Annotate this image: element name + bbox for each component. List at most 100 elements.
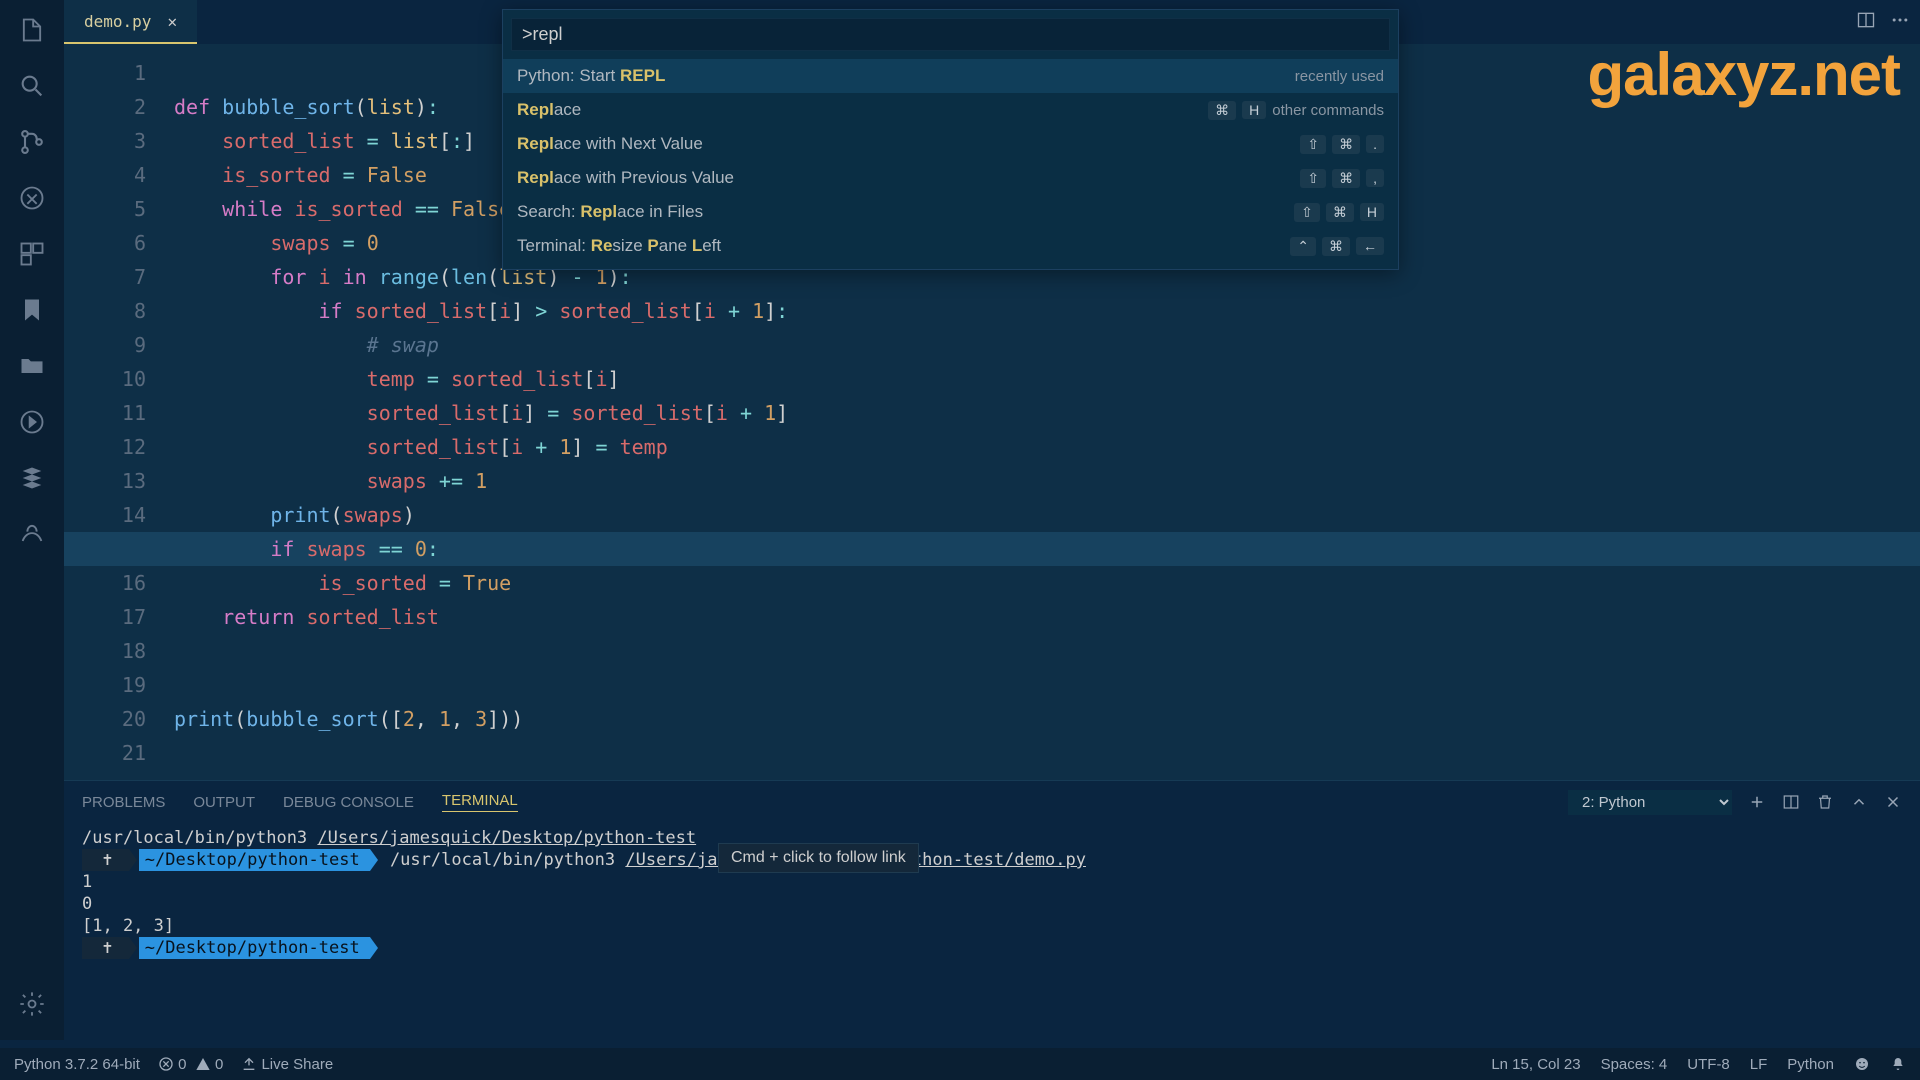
line-number: 17: [64, 600, 146, 634]
command-item[interactable]: Replace with Previous Value⇧⌘,: [503, 161, 1398, 195]
keyboard-shortcut: ←: [1356, 237, 1384, 255]
status-cursor-pos[interactable]: Ln 15, Col 23: [1491, 1056, 1580, 1073]
panel-tab-terminal[interactable]: TERMINAL: [442, 792, 518, 812]
status-eol[interactable]: LF: [1750, 1056, 1768, 1073]
search-icon[interactable]: [14, 68, 50, 104]
command-label: Terminal: Resize Pane Left: [517, 236, 721, 256]
editor-actions: [1856, 10, 1910, 35]
status-problems[interactable]: 0 0: [158, 1056, 223, 1073]
panel-tab-output[interactable]: OUTPUT: [193, 794, 255, 811]
bookmark-icon[interactable]: [14, 292, 50, 328]
command-item[interactable]: Terminal: Resize Pane Left⌃⌘←: [503, 229, 1398, 263]
command-meta: ⌃⌘←: [1290, 237, 1384, 256]
close-panel-icon[interactable]: [1884, 793, 1902, 811]
panel-tab-debug-console[interactable]: DEBUG CONSOLE: [283, 794, 414, 811]
code-line[interactable]: print(bubble_sort([2, 1, 3])): [174, 702, 1920, 736]
terminal-text: /usr/local/bin/python3: [82, 828, 307, 848]
command-label: Replace with Next Value: [517, 134, 703, 154]
line-number: 8: [64, 294, 146, 328]
line-number: 6: [64, 226, 146, 260]
keyboard-shortcut: ⌘: [1322, 237, 1350, 256]
feedback-icon[interactable]: [1854, 1056, 1870, 1073]
terminal-text: /usr/local/bin/python3: [390, 850, 615, 870]
stack-icon[interactable]: [14, 460, 50, 496]
status-language[interactable]: Python: [1787, 1056, 1834, 1073]
code-line[interactable]: [174, 668, 1920, 702]
panel-tab-problems[interactable]: PROBLEMS: [82, 794, 165, 811]
keyboard-shortcut: ⇧: [1300, 135, 1326, 154]
activity-bar: [0, 0, 64, 1040]
keyboard-shortcut: ⌘: [1332, 169, 1360, 188]
panel-actions: 2: Python: [1568, 790, 1902, 815]
panel: PROBLEMS OUTPUT DEBUG CONSOLE TERMINAL 2: P…: [64, 780, 1920, 1048]
code-line[interactable]: [174, 634, 1920, 668]
line-number: 9: [64, 328, 146, 362]
keyboard-shortcut: H: [1242, 101, 1266, 119]
command-label: Search: Replace in Files: [517, 202, 703, 222]
keyboard-shortcut: ,: [1366, 169, 1384, 187]
code-line[interactable]: swaps += 1: [174, 464, 1920, 498]
prompt-git-icon: ✝: [82, 849, 129, 871]
source-control-icon[interactable]: [14, 124, 50, 160]
line-number: 21: [64, 736, 146, 770]
link-tooltip: Cmd + click to follow link: [718, 843, 919, 873]
code-line[interactable]: # swap: [174, 328, 1920, 362]
bell-icon[interactable]: [1890, 1056, 1906, 1073]
code-line[interactable]: [174, 736, 1920, 770]
code-line[interactable]: sorted_list[i] = sorted_list[i + 1]: [174, 396, 1920, 430]
code-line[interactable]: print(swaps): [174, 498, 1920, 532]
line-number: 2: [64, 90, 146, 124]
trash-icon[interactable]: [1816, 793, 1834, 811]
line-number: 19: [64, 668, 146, 702]
tab-filename: demo.py: [84, 12, 151, 31]
code-line[interactable]: return sorted_list: [174, 600, 1920, 634]
command-item[interactable]: Replace with Next Value⇧⌘.: [503, 127, 1398, 161]
keyboard-shortcut: ⌘: [1326, 203, 1354, 222]
extensions-icon[interactable]: [14, 236, 50, 272]
command-label: Python: Start REPL: [517, 66, 665, 86]
prompt-path: ~/Desktop/python-test: [139, 849, 370, 871]
command-input[interactable]: >repl: [511, 18, 1390, 51]
status-indent[interactable]: Spaces: 4: [1601, 1056, 1668, 1073]
terminal-body[interactable]: /usr/local/bin/python3 /Users/jamesquick…: [64, 823, 1920, 963]
settings-icon[interactable]: [14, 986, 50, 1022]
line-number: 12: [64, 430, 146, 464]
debug-icon[interactable]: [14, 180, 50, 216]
gutter: 123456789101112131415161718192021: [64, 44, 174, 780]
refresh-circle-icon[interactable]: [14, 404, 50, 440]
prompt-path: ~/Desktop/python-test: [139, 937, 370, 959]
code-line[interactable]: sorted_list[i + 1] = temp: [174, 430, 1920, 464]
more-icon[interactable]: [1890, 10, 1910, 35]
line-number: 4: [64, 158, 146, 192]
command-item[interactable]: Search: Replace in Files⇧⌘H: [503, 195, 1398, 229]
code-line[interactable]: is_sorted = True: [174, 566, 1920, 600]
folder-icon[interactable]: [14, 348, 50, 384]
tab-demo-py[interactable]: demo.py ✕: [64, 0, 197, 44]
split-terminal-icon[interactable]: [1782, 793, 1800, 811]
keyboard-shortcut: ⇧: [1300, 169, 1326, 188]
close-icon[interactable]: ✕: [167, 12, 177, 31]
status-encoding[interactable]: UTF-8: [1687, 1056, 1730, 1073]
line-number: 20: [64, 702, 146, 736]
new-terminal-icon[interactable]: [1748, 793, 1766, 811]
command-palette: >repl Python: Start REPLrecently usedRep…: [502, 9, 1399, 270]
command-item[interactable]: Python: Start REPLrecently used: [503, 59, 1398, 93]
code-line[interactable]: if swaps == 0:: [174, 532, 1920, 566]
watermark: galaxyz.net: [1588, 40, 1900, 109]
explorer-icon[interactable]: [14, 12, 50, 48]
status-python-version[interactable]: Python 3.7.2 64-bit: [14, 1056, 140, 1073]
code-line[interactable]: temp = sorted_list[i]: [174, 362, 1920, 396]
terminal-link[interactable]: /Users/jamesquick/Desktop/python-test: [317, 828, 696, 848]
terminal-select[interactable]: 2: Python: [1568, 790, 1732, 815]
status-liveshare[interactable]: Live Share: [241, 1056, 333, 1073]
terminal-output: 1: [82, 871, 1902, 893]
chevron-up-icon[interactable]: [1850, 793, 1868, 811]
keyboard-shortcut: ⌘: [1332, 135, 1360, 154]
code-line[interactable]: if sorted_list[i] > sorted_list[i + 1]:: [174, 294, 1920, 328]
split-editor-icon[interactable]: [1856, 10, 1876, 35]
command-meta: ⇧⌘.: [1300, 135, 1384, 154]
line-number: 10: [64, 362, 146, 396]
line-number: 18: [64, 634, 146, 668]
command-item[interactable]: Replace⌘Hother commands: [503, 93, 1398, 127]
pets-icon[interactable]: [14, 516, 50, 552]
